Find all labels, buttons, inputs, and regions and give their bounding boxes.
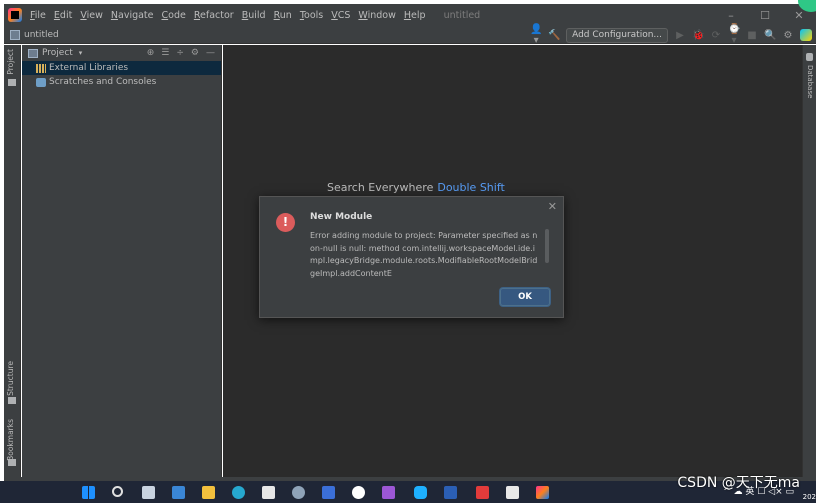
taskbar-search-icon[interactable] [112, 486, 123, 497]
scratches-icon [36, 77, 46, 87]
notes-icon[interactable] [506, 486, 519, 499]
chevron-down-icon[interactable]: ▾ [79, 49, 83, 57]
library-icon [36, 63, 46, 73]
tree-item-scratches[interactable]: Scratches and Consoles [22, 75, 221, 89]
wps-icon[interactable] [476, 486, 489, 499]
menu-file[interactable]: File [30, 10, 46, 21]
hide-panel-icon[interactable]: — [206, 48, 215, 58]
coverage-icon[interactable]: ⟳ [710, 30, 722, 41]
dialog-message: Error adding module to project: Paramete… [310, 231, 538, 278]
project-panel-tools: ⊕ ☰ ÷ ⚙ — [147, 45, 215, 61]
menu-code[interactable]: Code [162, 10, 186, 21]
right-tool-strip: Database [802, 45, 816, 477]
user-icon[interactable]: 👤▾ [530, 24, 542, 46]
hint-text: Search Everywhere [327, 181, 434, 194]
menu-bar: File Edit View Navigate Code Refactor Bu… [4, 4, 816, 26]
project-view-icon [28, 48, 38, 58]
menu-build[interactable]: Build [242, 10, 266, 21]
hint-shortcut: Double Shift [437, 181, 505, 194]
task-view-icon[interactable] [142, 486, 155, 499]
add-configuration-button[interactable]: Add Configuration... [566, 27, 668, 43]
database-tool-tab[interactable]: Database [806, 65, 814, 98]
structure-icon [8, 397, 16, 404]
database-icon [806, 53, 813, 61]
steam-icon[interactable] [352, 486, 365, 499]
message-scrollbar[interactable] [545, 229, 549, 263]
dialog-title: New Module [310, 212, 373, 222]
project-tool-tab[interactable]: Project [6, 49, 15, 75]
chat-app-icon[interactable] [414, 486, 427, 499]
stop-icon[interactable]: ■ [746, 30, 758, 41]
ok-button[interactable]: OK [500, 288, 550, 306]
options-gear-icon[interactable]: ⚙ [191, 48, 199, 58]
intellij-logo-icon[interactable] [8, 8, 22, 22]
menu-help[interactable]: Help [404, 10, 426, 21]
error-icon: ! [276, 213, 295, 232]
maximize-button[interactable]: ☐ [748, 4, 782, 26]
error-dialog: ✕ ! New Module Error adding module to pr… [259, 196, 564, 318]
file-explorer-icon[interactable] [202, 486, 215, 499]
structure-tool-tab[interactable]: Structure [6, 361, 15, 396]
intellij-taskbar-icon[interactable] [536, 486, 549, 499]
collapse-all-icon[interactable]: ÷ [176, 48, 184, 58]
project-tool-window: Project ▾ ⊕ ☰ ÷ ⚙ — External Libraries S… [22, 45, 222, 477]
dialog-close-icon[interactable]: ✕ [548, 200, 557, 213]
folder-icon [8, 79, 16, 86]
project-view-selector[interactable]: Project [42, 48, 73, 58]
app-icon[interactable] [382, 486, 395, 499]
edge-browser-icon[interactable] [232, 486, 245, 499]
settings-app-icon[interactable] [292, 486, 305, 499]
menu-window[interactable]: Window [358, 10, 395, 21]
profile-icon[interactable]: ⌚▾ [728, 24, 740, 46]
menu-vcs[interactable]: VCS [331, 10, 350, 21]
menu-run[interactable]: Run [274, 10, 292, 21]
settings-gear-icon[interactable]: ⚙ [782, 30, 794, 41]
window-title: untitled [443, 9, 481, 21]
store-icon[interactable] [262, 486, 275, 499]
start-windows-icon[interactable] [82, 486, 95, 499]
tree-item-external-libraries[interactable]: External Libraries [22, 61, 221, 75]
menu-tools[interactable]: Tools [300, 10, 323, 21]
breadcrumb-project[interactable]: untitled [24, 30, 59, 40]
navigation-toolbar: untitled 👤▾ 🔨 Add Configuration... ▶ 🐞 ⟳… [4, 24, 816, 46]
bookmark-icon [8, 459, 16, 466]
screen: File Edit View Navigate Code Refactor Bu… [0, 0, 816, 503]
project-folder-icon [10, 29, 20, 40]
build-hammer-icon[interactable]: 🔨 [548, 30, 560, 41]
project-panel-header: Project ▾ ⊕ ☰ ÷ ⚙ — [22, 45, 221, 61]
left-tool-strip: Project Structure Bookmarks [4, 45, 21, 477]
bookmarks-tool-tab[interactable]: Bookmarks [6, 419, 15, 461]
expand-all-icon[interactable]: ☰ [161, 48, 169, 58]
menu-refactor[interactable]: Refactor [194, 10, 234, 21]
tree-item-label: Scratches and Consoles [49, 77, 157, 87]
csdn-watermark: CSDN @天下无ma [677, 475, 800, 491]
locate-icon[interactable]: ⊕ [147, 48, 155, 58]
minimize-button[interactable]: – [714, 4, 748, 26]
toolbar-actions: 👤▾ 🔨 Add Configuration... ▶ 🐞 ⟳ ⌚▾ ■ 🔍 ⚙ [530, 24, 812, 46]
tree-item-label: External Libraries [49, 63, 129, 73]
menu-edit[interactable]: Edit [54, 10, 72, 21]
debug-icon[interactable]: 🐞 [692, 30, 704, 41]
run-icon[interactable]: ▶ [674, 30, 686, 41]
empty-editor-hint: Search Everywhere Double Shift [327, 181, 505, 194]
menu-navigate[interactable]: Navigate [111, 10, 154, 21]
widgets-icon[interactable] [172, 486, 185, 499]
word-icon[interactable] [444, 486, 457, 499]
menu-view[interactable]: View [80, 10, 103, 21]
search-icon[interactable]: 🔍 [764, 30, 776, 41]
taskbar-clock[interactable]: 202 [803, 493, 816, 501]
vscode-icon[interactable] [322, 486, 335, 499]
plugin-icon[interactable] [800, 29, 812, 41]
